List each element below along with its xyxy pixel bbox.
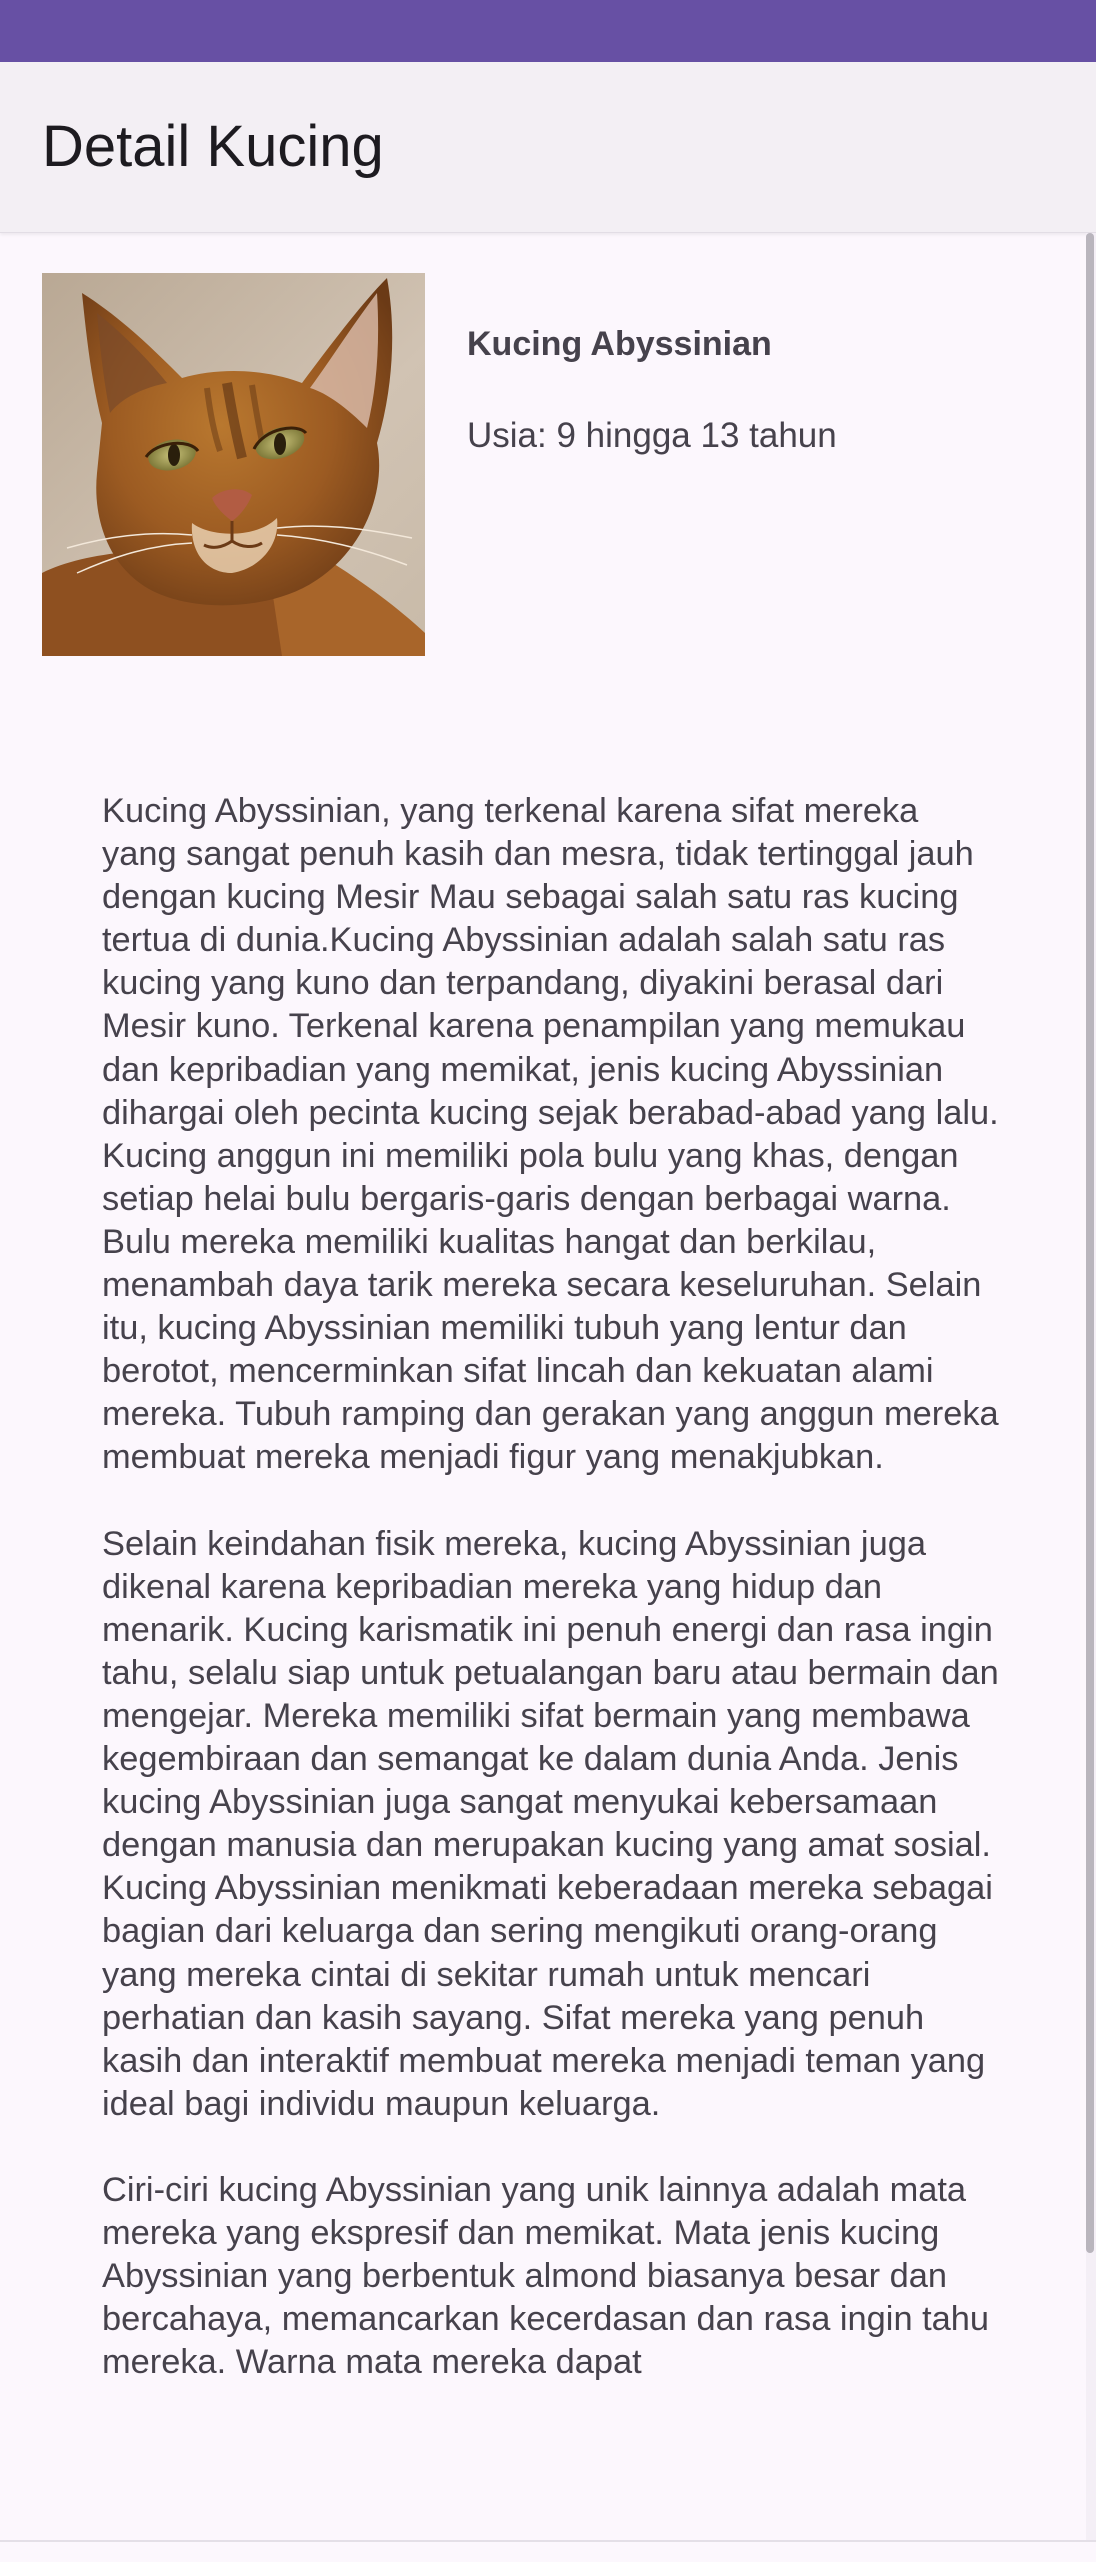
description-paragraph: Ciri-ciri kucing Abyssinian yang unik la…	[102, 2171, 990, 2382]
description-paragraph: Kucing Abyssinian, yang terkenal karena …	[102, 792, 999, 1477]
cat-detail-content[interactable]: Kucing Abyssinian Usia: 9 hingga 13 tahu…	[0, 233, 1096, 2540]
cat-age: Usia: 9 hingga 13 tahun	[467, 416, 837, 455]
navigation-bar	[0, 2540, 1096, 2562]
top-app-bar: Detail Kucing	[0, 62, 1096, 233]
cat-breed-name: Kucing Abyssinian	[467, 325, 772, 363]
status-bar	[0, 0, 1096, 62]
page-title: Detail Kucing	[42, 114, 384, 179]
abyssinian-cat-photo	[42, 273, 425, 656]
cat-description: Kucing Abyssinian, yang terkenal karena …	[102, 790, 1002, 2428]
scrollbar-thumb[interactable]	[1086, 233, 1094, 2253]
description-paragraph: Selain keindahan fisik mereka, kucing Ab…	[102, 1524, 999, 2123]
scrollbar[interactable]	[1086, 233, 1096, 2560]
